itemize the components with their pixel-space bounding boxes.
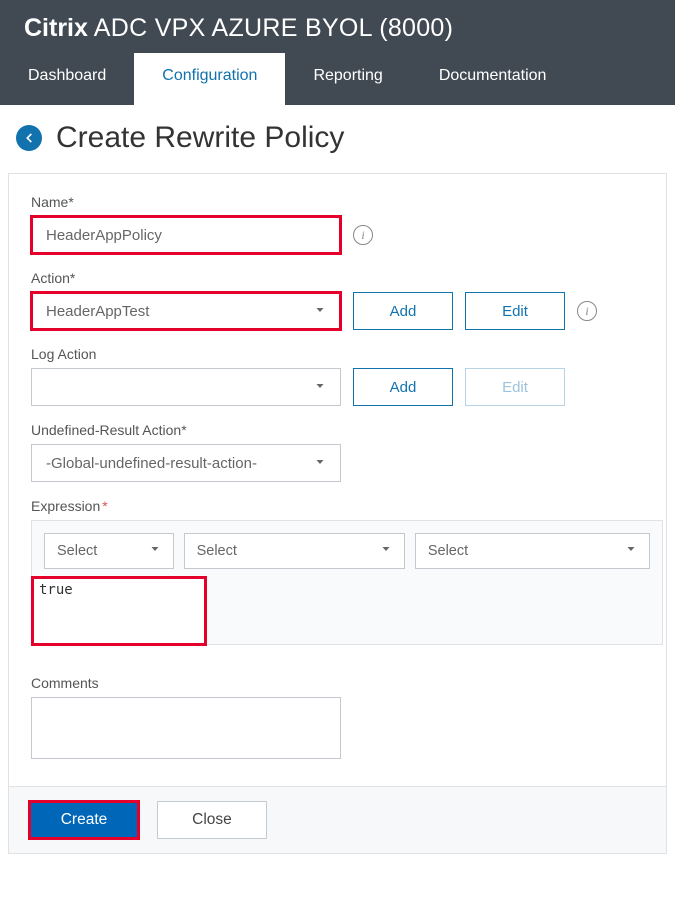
create-button[interactable]: Create: [29, 801, 139, 839]
chevron-down-icon: [380, 543, 392, 559]
label-action: Action: [31, 270, 644, 286]
expression-select-3[interactable]: Select: [415, 533, 650, 569]
field-name: Name i: [31, 194, 644, 254]
expression-textarea[interactable]: [32, 577, 206, 645]
action-select-value: HeaderAppTest: [46, 303, 149, 320]
info-icon[interactable]: i: [353, 225, 373, 245]
tab-dashboard[interactable]: Dashboard: [0, 53, 134, 105]
app-title: Citrix ADC VPX AZURE BYOL (8000): [24, 14, 651, 43]
label-log-action: Log Action: [31, 346, 644, 362]
close-button[interactable]: Close: [157, 801, 267, 839]
field-expression: Expression* Select Select Select: [31, 498, 644, 645]
action-add-button[interactable]: Add: [353, 292, 453, 330]
field-undef-action: Undefined-Result Action -Global-undefine…: [31, 422, 644, 482]
log-action-add-button[interactable]: Add: [353, 368, 453, 406]
field-log-action: Log Action Add Edit: [31, 346, 644, 406]
expression-select-2[interactable]: Select: [184, 533, 405, 569]
tab-configuration[interactable]: Configuration: [134, 53, 285, 105]
label-name: Name: [31, 194, 644, 210]
chevron-down-icon: [149, 543, 161, 559]
field-action: Action HeaderAppTest Add Edit i: [31, 270, 644, 330]
page-content: Create Rewrite Policy Name i Action Head…: [0, 105, 675, 862]
product-name: ADC VPX AZURE BYOL (8000): [94, 14, 453, 42]
name-input[interactable]: [31, 216, 341, 254]
back-icon[interactable]: [16, 125, 42, 151]
log-action-edit-button: Edit: [465, 368, 565, 406]
tab-documentation[interactable]: Documentation: [411, 53, 575, 105]
expression-select-1[interactable]: Select: [44, 533, 174, 569]
comments-textarea[interactable]: [31, 697, 341, 759]
page-title: Create Rewrite Policy: [56, 121, 344, 155]
label-undef-action: Undefined-Result Action: [31, 422, 644, 438]
chevron-down-icon: [314, 455, 326, 472]
form-footer: Create Close: [8, 787, 667, 854]
chevron-down-icon: [625, 543, 637, 559]
page-title-row: Create Rewrite Policy: [8, 115, 667, 173]
undef-action-select-value: -Global-undefined-result-action-: [46, 455, 257, 472]
log-action-select[interactable]: [31, 368, 341, 406]
info-icon[interactable]: i: [577, 301, 597, 321]
label-comments: Comments: [31, 675, 644, 691]
app-header: Citrix ADC VPX AZURE BYOL (8000): [0, 0, 675, 53]
chevron-down-icon: [314, 379, 326, 396]
brand-name: Citrix: [24, 14, 88, 42]
action-select[interactable]: HeaderAppTest: [31, 292, 341, 330]
undef-action-select[interactable]: -Global-undefined-result-action-: [31, 444, 341, 482]
action-edit-button[interactable]: Edit: [465, 292, 565, 330]
label-expression: Expression*: [31, 498, 644, 514]
field-comments: Comments: [31, 675, 644, 764]
chevron-down-icon: [314, 303, 326, 320]
form-panel: Name i Action HeaderAppTest Add Edit i L…: [8, 173, 667, 787]
main-tabs: Dashboard Configuration Reporting Docume…: [0, 53, 675, 105]
expression-box: Select Select Select: [31, 520, 663, 645]
tab-reporting[interactable]: Reporting: [285, 53, 410, 105]
